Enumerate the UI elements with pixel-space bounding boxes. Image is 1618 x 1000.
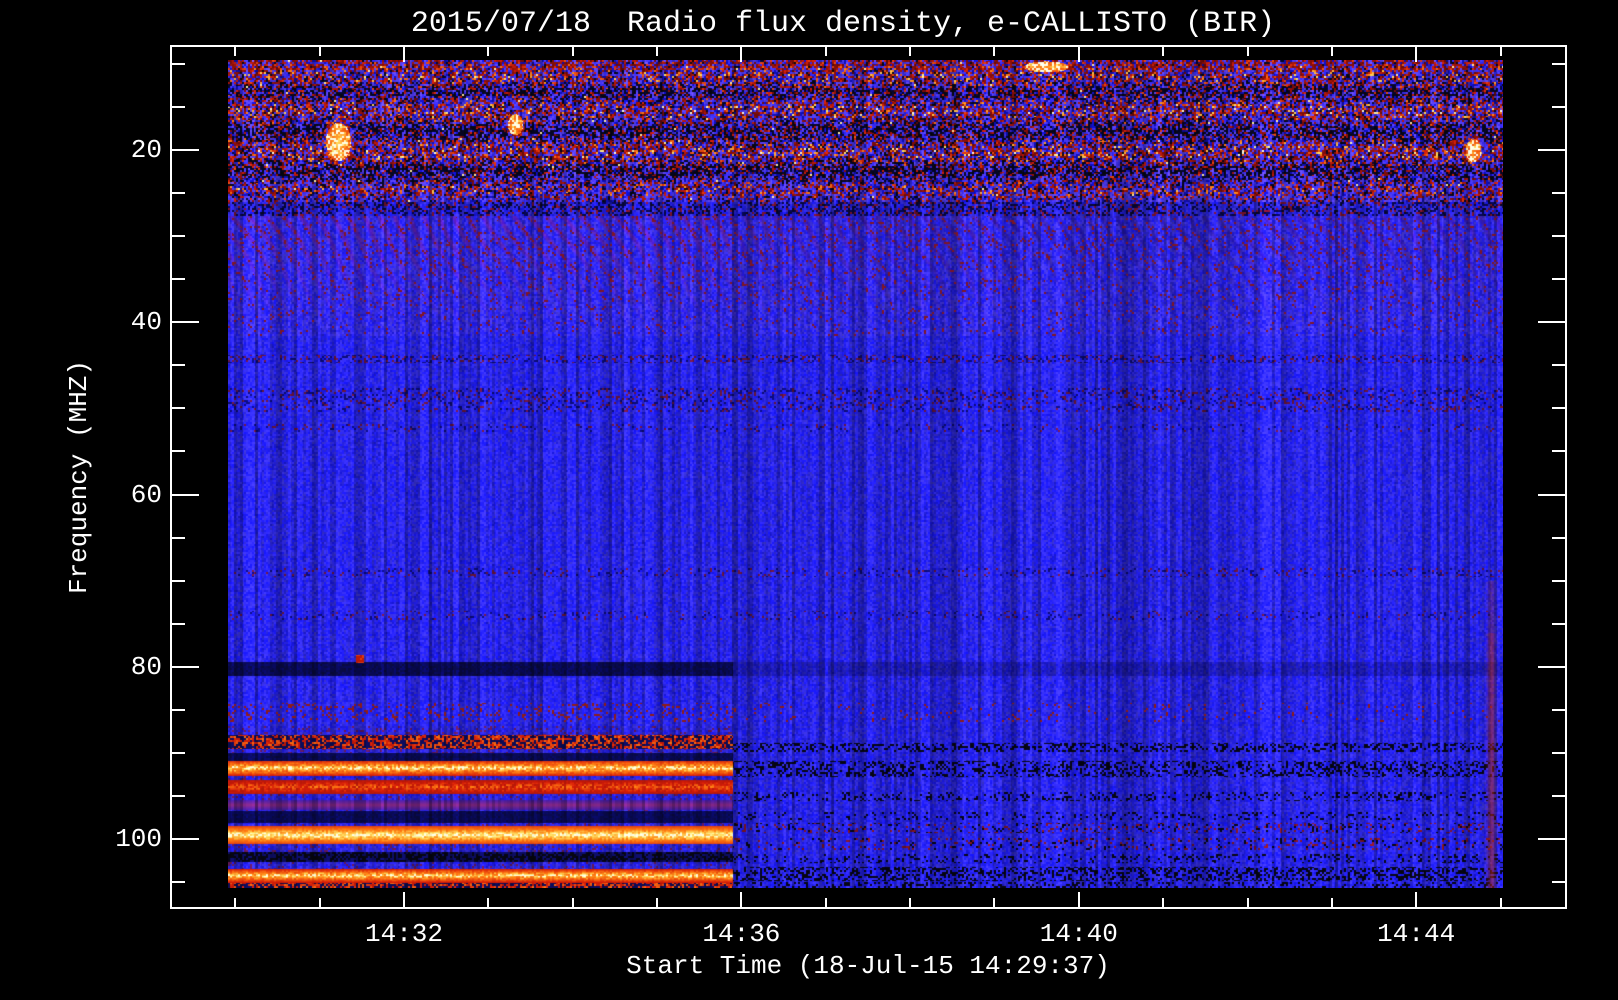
axis-tick — [1247, 898, 1249, 907]
axis-tick — [1552, 752, 1565, 754]
axis-tick — [740, 47, 742, 62]
axis-tick — [172, 407, 185, 409]
axis-tick — [172, 709, 185, 711]
axis-tick — [1415, 892, 1417, 907]
axis-tick — [656, 47, 658, 56]
y-axis-label: Frequency (MHZ) — [64, 359, 94, 595]
axis-tick — [487, 898, 489, 907]
axis-tick — [172, 364, 185, 366]
plot-frame — [170, 45, 1567, 909]
axis-tick — [1331, 47, 1333, 56]
axis-tick — [1552, 580, 1565, 582]
axis-tick — [172, 580, 185, 582]
y-tick-label: 80 — [130, 651, 162, 682]
axis-tick — [1247, 47, 1249, 56]
axis-tick — [1331, 898, 1333, 907]
axis-tick — [172, 838, 199, 840]
axis-tick — [1162, 47, 1164, 56]
axis-tick — [740, 892, 742, 907]
axis-tick — [1552, 450, 1565, 452]
axis-tick — [172, 666, 199, 668]
axis-tick — [1078, 47, 1080, 62]
axis-tick — [1162, 898, 1164, 907]
axis-tick — [403, 47, 405, 62]
y-tick-label: 100 — [115, 824, 162, 854]
axis-tick — [572, 898, 574, 907]
axis-tick — [1078, 892, 1080, 907]
axis-tick — [1552, 623, 1565, 625]
axis-tick — [1552, 364, 1565, 366]
y-tick-label: 20 — [130, 135, 162, 165]
axis-tick — [1552, 537, 1565, 539]
axis-tick — [1552, 278, 1565, 280]
x-tick-label: 14:32 — [364, 919, 444, 949]
axis-tick — [656, 898, 658, 907]
axis-tick — [172, 881, 185, 883]
axis-tick — [1500, 898, 1502, 907]
axis-tick — [1415, 47, 1417, 62]
axis-tick — [172, 235, 185, 237]
axis-tick — [1538, 494, 1565, 496]
axis-tick — [1552, 407, 1565, 409]
y-tick-label: 60 — [130, 479, 162, 510]
axis-tick — [993, 898, 995, 907]
axis-tick — [1552, 795, 1565, 797]
axis-tick — [1538, 149, 1565, 151]
axis-tick — [172, 321, 199, 323]
axis-tick — [172, 537, 185, 539]
axis-tick — [825, 47, 827, 56]
axis-tick — [234, 47, 236, 56]
axis-tick — [1552, 881, 1565, 883]
y-tick-label: 40 — [130, 307, 162, 338]
x-tick-label: 14:44 — [1377, 919, 1456, 949]
axis-tick — [572, 47, 574, 56]
chart-title: 2015/07/18 Radio flux density, e-CALLIST… — [410, 7, 1276, 41]
axis-tick — [825, 898, 827, 907]
axis-tick — [1552, 106, 1565, 108]
axis-tick — [172, 795, 185, 797]
axis-tick — [319, 47, 321, 56]
axis-tick — [487, 47, 489, 56]
axis-tick — [172, 192, 185, 194]
axis-tick — [1538, 321, 1565, 323]
axis-tick — [172, 63, 185, 65]
axis-tick — [1538, 666, 1565, 668]
axis-tick — [172, 494, 199, 496]
axis-tick — [403, 892, 405, 907]
axis-tick — [993, 47, 995, 56]
axis-tick — [172, 450, 185, 452]
axis-tick — [1500, 47, 1502, 56]
axis-tick — [1552, 63, 1565, 65]
axis-tick — [172, 623, 185, 625]
axis-tick — [1552, 192, 1565, 194]
axis-tick — [909, 898, 911, 907]
x-tick-label: 14:36 — [702, 919, 781, 949]
axis-tick — [1538, 838, 1565, 840]
x-axis-label: Start Time (18-Jul-15 14:29:37) — [626, 951, 1110, 981]
axis-tick — [234, 898, 236, 907]
x-tick-label: 14:40 — [1039, 919, 1118, 949]
axis-tick — [172, 752, 185, 754]
axis-tick — [1552, 709, 1565, 711]
axis-tick — [172, 278, 185, 280]
axis-tick — [172, 149, 199, 151]
axis-tick — [1552, 235, 1565, 237]
spectrogram-page: 2015/07/18 Radio flux density, e-CALLIST… — [0, 0, 1618, 1000]
axis-tick — [909, 47, 911, 56]
axis-tick — [172, 106, 185, 108]
axis-tick — [319, 898, 321, 907]
